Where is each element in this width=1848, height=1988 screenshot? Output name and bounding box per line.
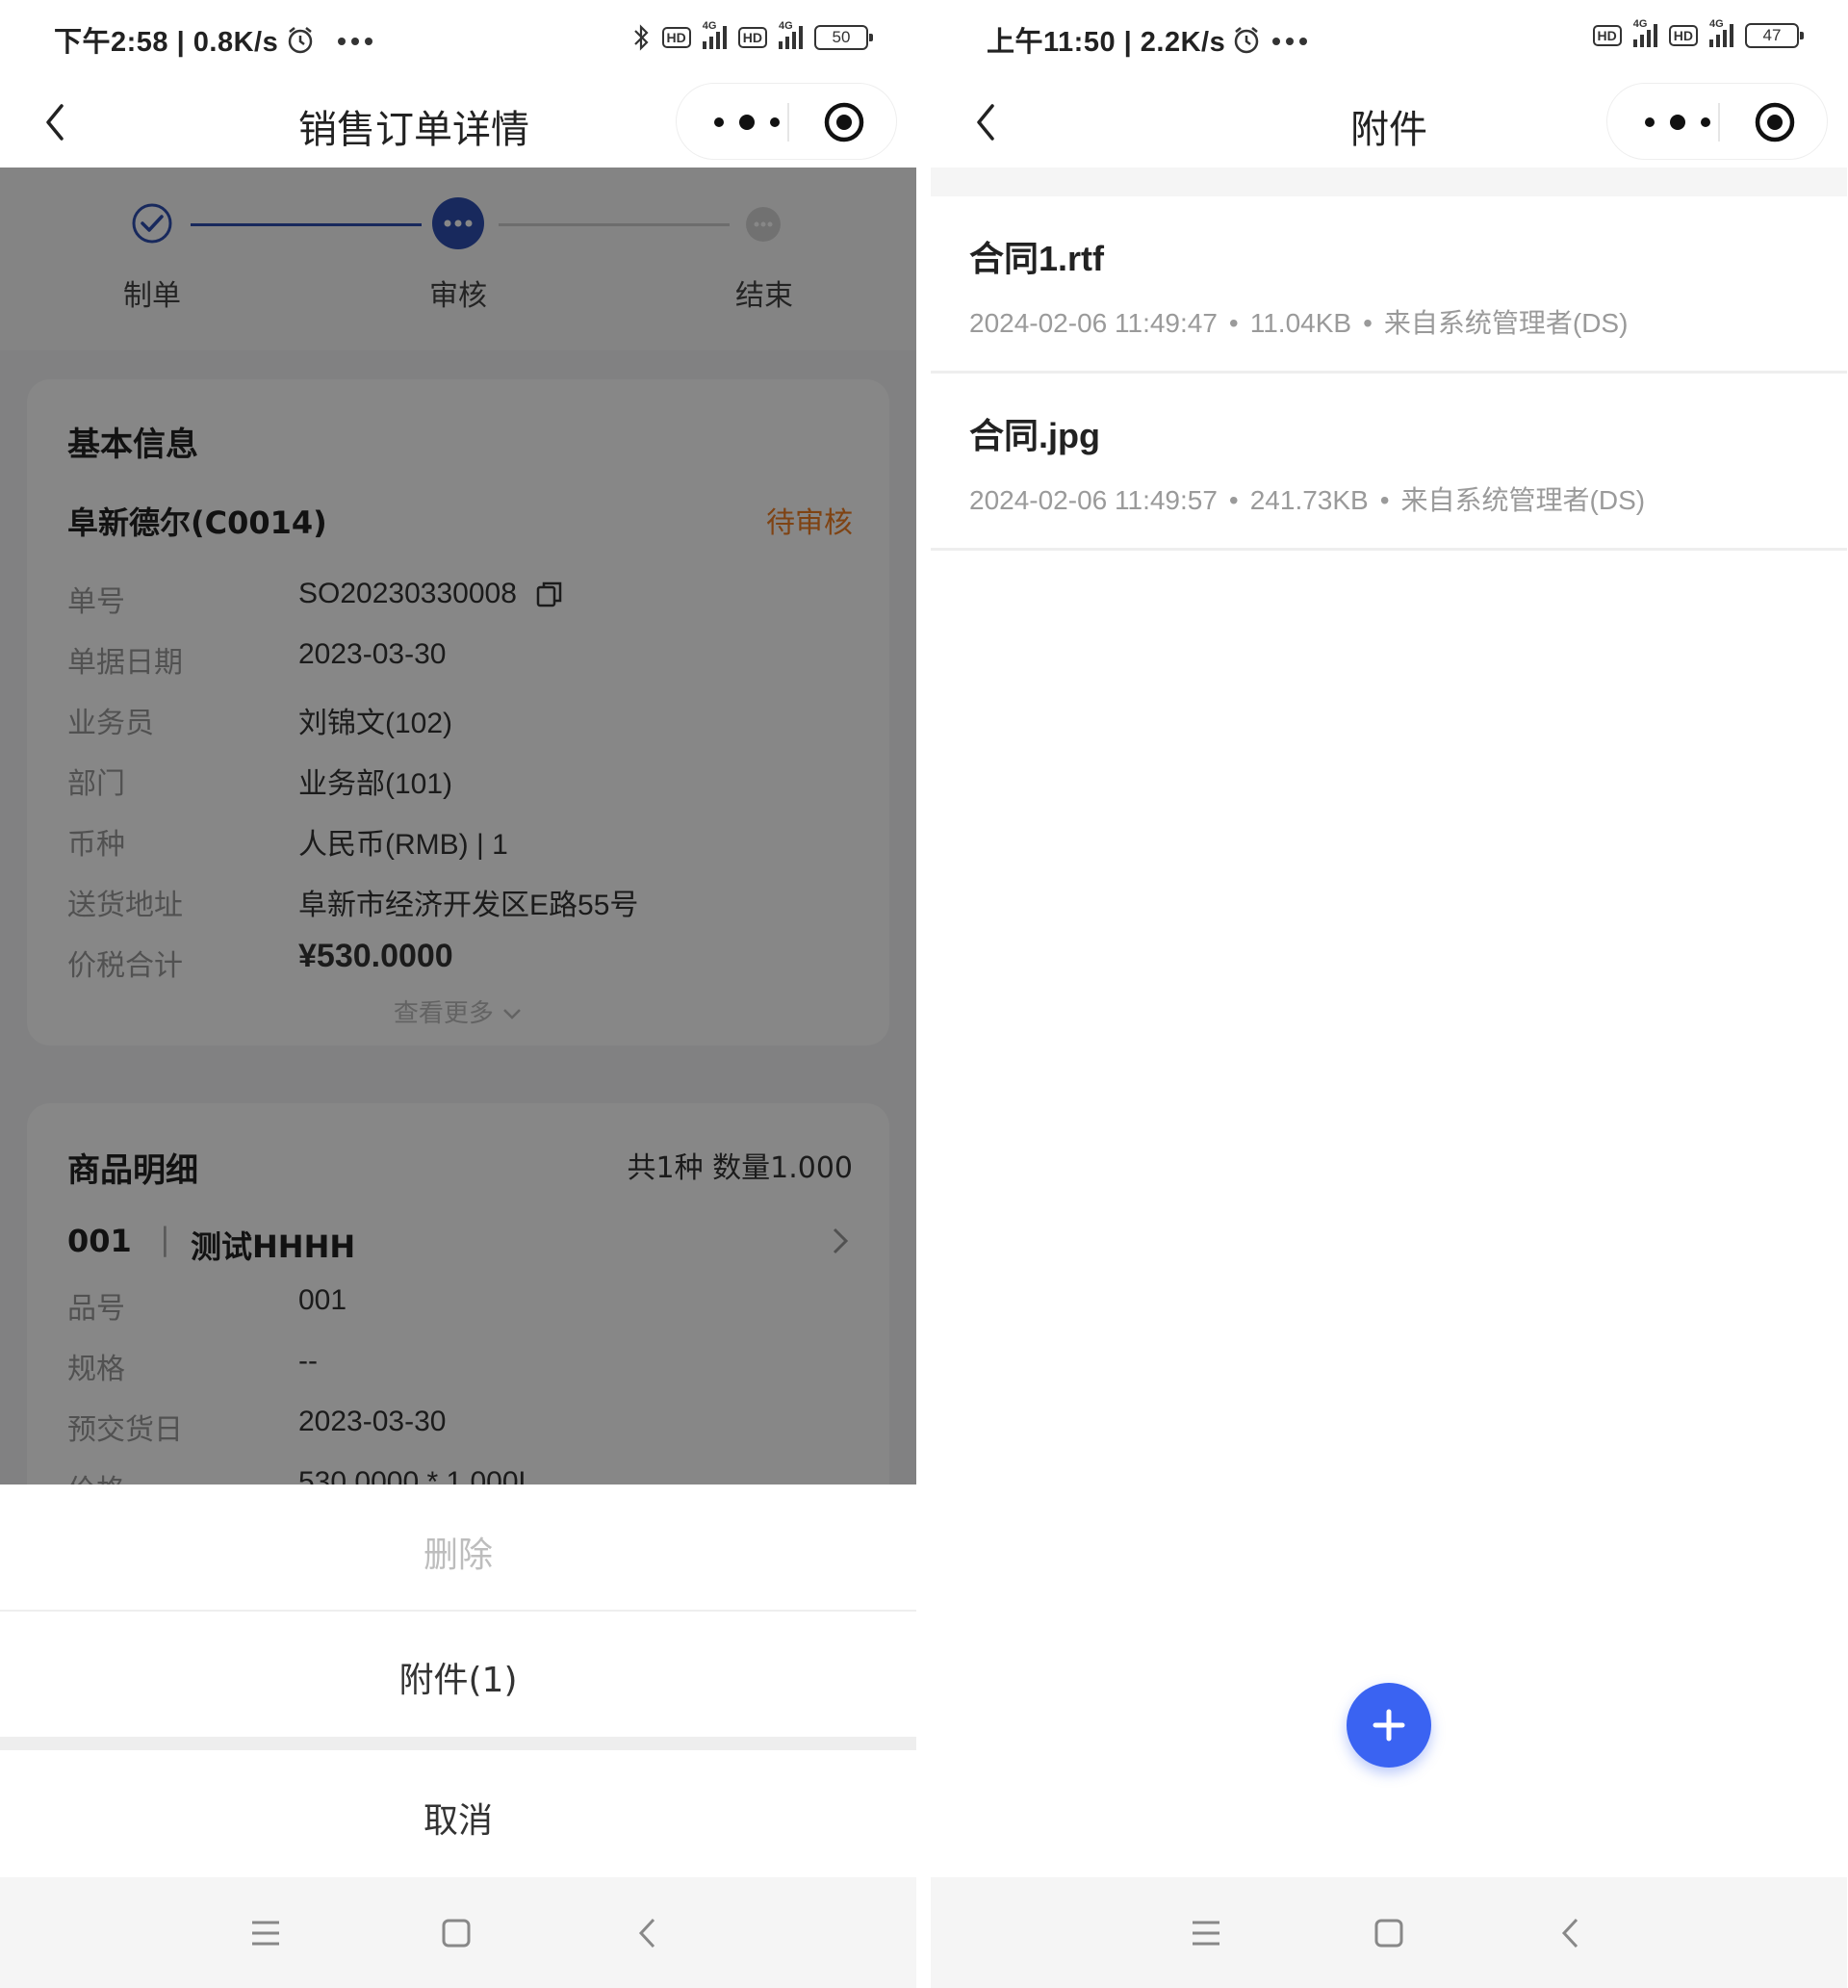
alarm-icon — [1234, 27, 1259, 54]
attachment-name: 合同.jpg — [969, 416, 1100, 455]
status-icons: HD 4G HD 4G 47 — [1592, 18, 1804, 48]
attachment-name: 合同1.rtf — [969, 239, 1105, 278]
signal-icon: 4G — [702, 20, 727, 49]
delete-button[interactable]: 删除 — [0, 1527, 916, 1577]
attachment-size: 241.73KB — [1249, 485, 1369, 515]
nav-bar: 附件 — [931, 81, 1847, 168]
add-attachment-button[interactable] — [1347, 1683, 1431, 1768]
mini-program-capsule — [1606, 83, 1828, 160]
mini-program-capsule — [676, 83, 897, 160]
attachment-size: 11.04KB — [1249, 308, 1352, 338]
screenshot-divider — [916, 0, 931, 1988]
attachment-meta: 2024-02-06 11:49:47 • 11.04KB • 来自系统管理者(DS) — [969, 302, 1628, 341]
attachment-meta: 2024-02-06 11:49:57 • 241.73KB • 来自系统管理者(DS) — [969, 479, 1645, 518]
signal-icon: 4G — [1709, 18, 1733, 47]
action-sheet: 删除 附件(1) 取消 — [0, 1485, 916, 1877]
meta-separator: • — [1228, 308, 1239, 338]
more-notifications-icon — [1272, 38, 1307, 45]
attachment-source: 来自系统管理者(DS) — [1383, 308, 1629, 338]
menu-icon[interactable] — [1185, 1912, 1227, 1954]
meta-separator: • — [1363, 308, 1373, 338]
left-screen: 下午2:58 | 0.8K/s HD 4G HD 4G 50 销售订单详情 制单… — [0, 0, 916, 1988]
home-square-icon[interactable] — [435, 1912, 477, 1954]
attachment-button[interactable]: 附件(1) — [0, 1652, 916, 1702]
signal-icon: 4G — [1632, 18, 1657, 47]
meta-separator: • — [1379, 485, 1390, 515]
attachment-item[interactable]: 合同.jpg 2024-02-06 11:49:57 • 241.73KB • 来自系统… — [931, 374, 1847, 551]
back-triangle-icon[interactable] — [1551, 1912, 1593, 1954]
more-dots-icon[interactable] — [1638, 105, 1717, 140]
sheet-gap — [0, 1737, 916, 1750]
right-screen: 上午11:50 | 2.2K/s HD 4G HD 4G 47 附件 合同1.r… — [931, 0, 1847, 1988]
top-strip — [931, 168, 1847, 196]
status-bar: 下午2:58 | 0.8K/s HD 4G HD 4G 50 — [0, 0, 916, 81]
status-time: 下午2:58 | 0.8K/s — [54, 27, 279, 58]
attachment-item[interactable]: 合同1.rtf 2024-02-06 11:49:47 • 11.04KB • 来自系统… — [931, 196, 1847, 374]
back-triangle-icon[interactable] — [628, 1912, 670, 1954]
modal-overlay[interactable] — [0, 168, 916, 1485]
capsule-divider — [787, 103, 789, 142]
status-time: 上午11:50 | 2.2K/s — [987, 27, 1226, 58]
home-square-icon[interactable] — [1368, 1912, 1410, 1954]
status-bar: 上午11:50 | 2.2K/s HD 4G HD 4G 47 — [931, 0, 1847, 81]
attachment-date: 2024-02-06 11:49:57 — [969, 485, 1218, 515]
battery-icon: 47 — [1745, 23, 1804, 48]
system-nav-bar — [931, 1877, 1847, 1988]
cancel-button[interactable]: 取消 — [0, 1793, 916, 1843]
more-dots-icon[interactable] — [707, 105, 786, 140]
target-circle-icon[interactable] — [1754, 101, 1796, 143]
nav-bar: 销售订单详情 — [0, 81, 916, 168]
target-circle-icon[interactable] — [823, 101, 865, 143]
menu-icon[interactable] — [244, 1912, 287, 1954]
hd-badge: HD — [1592, 25, 1622, 46]
system-nav-bar — [0, 1877, 916, 1988]
capsule-divider — [1718, 103, 1720, 142]
bluetooth-icon — [633, 24, 649, 51]
hd-badge: HD — [661, 27, 691, 48]
attachment-list-content: 合同1.rtf 2024-02-06 11:49:47 • 11.04KB • 来自系统… — [931, 168, 1847, 1877]
hd-badge: HD — [737, 27, 767, 48]
status-icons: HD 4G HD 4G 50 — [631, 20, 873, 52]
alarm-icon — [288, 27, 313, 54]
signal-icon: 4G — [779, 20, 803, 49]
hd-badge: HD — [1668, 25, 1698, 46]
plus-icon — [1373, 1709, 1405, 1742]
sheet-divider — [0, 1610, 916, 1612]
more-notifications-icon — [338, 38, 372, 45]
meta-separator: • — [1228, 485, 1239, 515]
attachment-date: 2024-02-06 11:49:47 — [969, 308, 1218, 338]
battery-icon: 50 — [814, 25, 873, 50]
attachment-source: 来自系统管理者(DS) — [1400, 485, 1646, 515]
